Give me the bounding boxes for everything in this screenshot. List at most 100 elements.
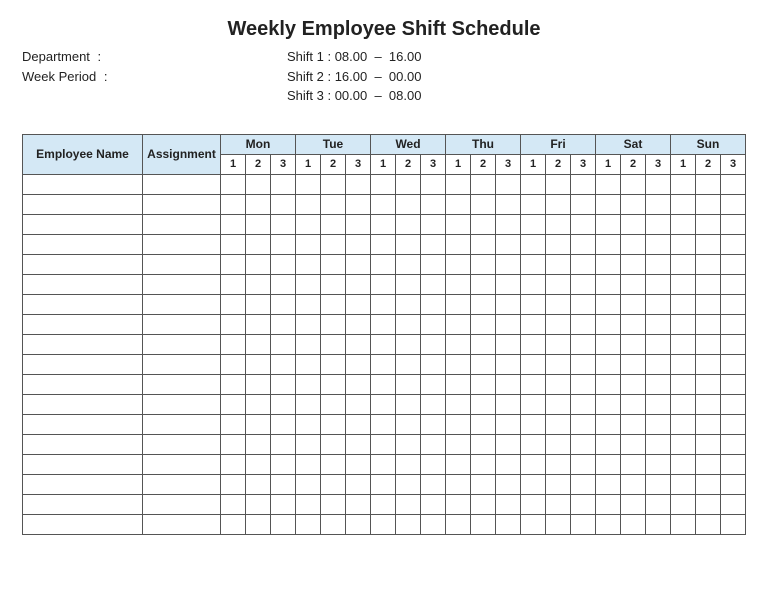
cell-shift[interactable]: [221, 394, 246, 414]
cell-shift[interactable]: [571, 514, 596, 534]
cell-shift[interactable]: [596, 354, 621, 374]
cell-employee[interactable]: [23, 354, 143, 374]
cell-shift[interactable]: [246, 474, 271, 494]
cell-shift[interactable]: [671, 394, 696, 414]
cell-employee[interactable]: [23, 214, 143, 234]
cell-shift[interactable]: [471, 274, 496, 294]
cell-shift[interactable]: [246, 514, 271, 534]
cell-employee[interactable]: [23, 494, 143, 514]
cell-assignment[interactable]: [143, 254, 221, 274]
cell-shift[interactable]: [521, 474, 546, 494]
cell-shift[interactable]: [546, 174, 571, 194]
cell-shift[interactable]: [496, 274, 521, 294]
cell-shift[interactable]: [246, 494, 271, 514]
cell-shift[interactable]: [671, 374, 696, 394]
cell-shift[interactable]: [296, 414, 321, 434]
cell-shift[interactable]: [396, 294, 421, 314]
cell-shift[interactable]: [621, 374, 646, 394]
cell-shift[interactable]: [646, 334, 671, 354]
cell-shift[interactable]: [421, 174, 446, 194]
cell-shift[interactable]: [221, 494, 246, 514]
cell-shift[interactable]: [321, 394, 346, 414]
cell-shift[interactable]: [371, 254, 396, 274]
cell-shift[interactable]: [396, 314, 421, 334]
cell-shift[interactable]: [546, 374, 571, 394]
cell-shift[interactable]: [671, 494, 696, 514]
cell-shift[interactable]: [571, 334, 596, 354]
cell-shift[interactable]: [621, 334, 646, 354]
cell-shift[interactable]: [646, 454, 671, 474]
cell-shift[interactable]: [621, 294, 646, 314]
cell-shift[interactable]: [346, 514, 371, 534]
cell-shift[interactable]: [346, 174, 371, 194]
cell-shift[interactable]: [671, 434, 696, 454]
cell-shift[interactable]: [571, 194, 596, 214]
cell-shift[interactable]: [471, 174, 496, 194]
cell-shift[interactable]: [246, 254, 271, 274]
cell-shift[interactable]: [721, 514, 746, 534]
cell-shift[interactable]: [696, 354, 721, 374]
cell-shift[interactable]: [596, 294, 621, 314]
cell-shift[interactable]: [371, 374, 396, 394]
cell-shift[interactable]: [621, 254, 646, 274]
cell-shift[interactable]: [371, 334, 396, 354]
cell-shift[interactable]: [471, 374, 496, 394]
cell-shift[interactable]: [596, 234, 621, 254]
cell-shift[interactable]: [271, 334, 296, 354]
cell-shift[interactable]: [371, 234, 396, 254]
cell-shift[interactable]: [621, 474, 646, 494]
cell-shift[interactable]: [346, 294, 371, 314]
cell-shift[interactable]: [646, 254, 671, 274]
cell-shift[interactable]: [221, 334, 246, 354]
cell-shift[interactable]: [446, 434, 471, 454]
cell-assignment[interactable]: [143, 314, 221, 334]
cell-assignment[interactable]: [143, 494, 221, 514]
cell-shift[interactable]: [296, 314, 321, 334]
cell-shift[interactable]: [346, 194, 371, 214]
cell-shift[interactable]: [671, 354, 696, 374]
cell-shift[interactable]: [646, 174, 671, 194]
cell-shift[interactable]: [596, 414, 621, 434]
cell-shift[interactable]: [246, 374, 271, 394]
cell-shift[interactable]: [296, 174, 321, 194]
cell-shift[interactable]: [396, 214, 421, 234]
cell-shift[interactable]: [671, 254, 696, 274]
cell-shift[interactable]: [321, 294, 346, 314]
cell-assignment[interactable]: [143, 354, 221, 374]
cell-shift[interactable]: [396, 354, 421, 374]
cell-shift[interactable]: [546, 454, 571, 474]
cell-shift[interactable]: [271, 414, 296, 434]
cell-shift[interactable]: [496, 514, 521, 534]
cell-shift[interactable]: [446, 474, 471, 494]
cell-shift[interactable]: [571, 214, 596, 234]
cell-shift[interactable]: [496, 474, 521, 494]
cell-shift[interactable]: [271, 394, 296, 414]
cell-shift[interactable]: [721, 394, 746, 414]
cell-employee[interactable]: [23, 174, 143, 194]
cell-shift[interactable]: [421, 294, 446, 314]
cell-shift[interactable]: [421, 254, 446, 274]
cell-shift[interactable]: [296, 254, 321, 274]
cell-shift[interactable]: [546, 414, 571, 434]
cell-shift[interactable]: [421, 494, 446, 514]
cell-shift[interactable]: [696, 494, 721, 514]
cell-shift[interactable]: [696, 334, 721, 354]
cell-shift[interactable]: [321, 474, 346, 494]
cell-shift[interactable]: [596, 494, 621, 514]
cell-shift[interactable]: [421, 234, 446, 254]
cell-shift[interactable]: [396, 334, 421, 354]
cell-shift[interactable]: [596, 174, 621, 194]
cell-shift[interactable]: [296, 434, 321, 454]
cell-employee[interactable]: [23, 234, 143, 254]
cell-shift[interactable]: [571, 354, 596, 374]
cell-shift[interactable]: [471, 194, 496, 214]
cell-shift[interactable]: [371, 174, 396, 194]
cell-shift[interactable]: [321, 214, 346, 234]
cell-assignment[interactable]: [143, 294, 221, 314]
cell-shift[interactable]: [546, 234, 571, 254]
cell-shift[interactable]: [396, 174, 421, 194]
cell-shift[interactable]: [396, 434, 421, 454]
cell-shift[interactable]: [621, 414, 646, 434]
cell-shift[interactable]: [296, 374, 321, 394]
cell-shift[interactable]: [646, 514, 671, 534]
